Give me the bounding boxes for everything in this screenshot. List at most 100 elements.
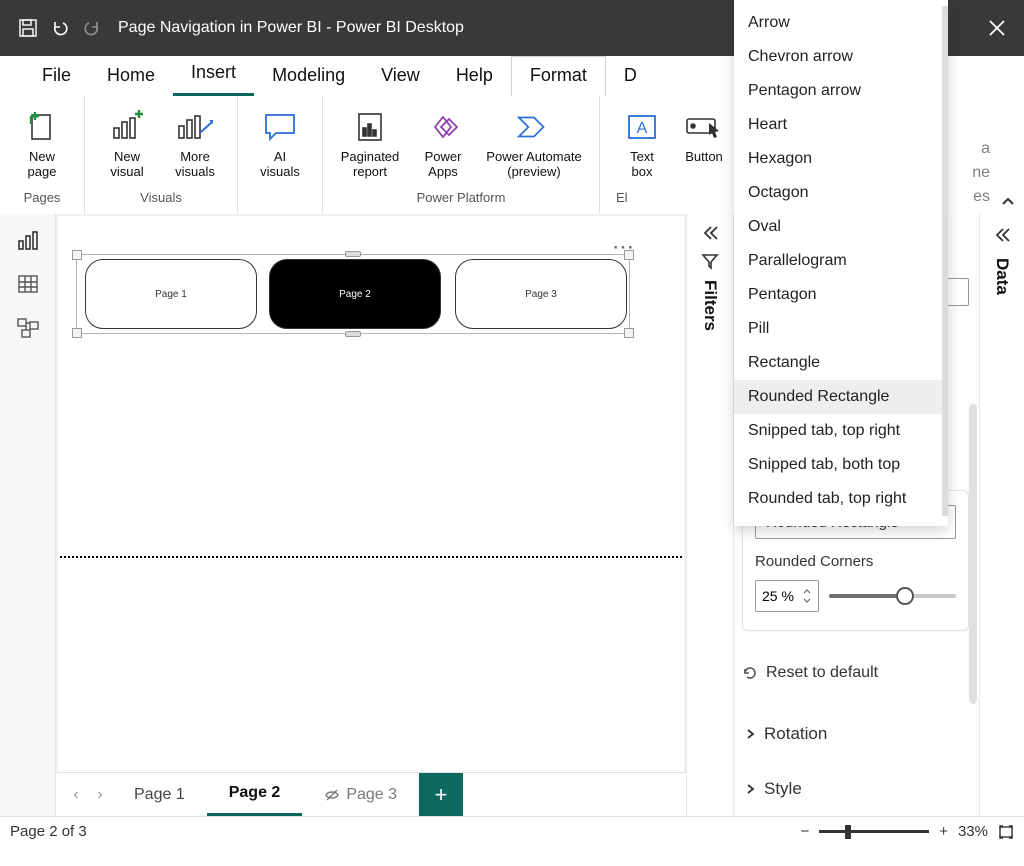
shape-option[interactable]: Pentagon arrow (734, 74, 948, 108)
svg-text:A: A (637, 120, 648, 137)
shape-option[interactable]: Snipped tab, both top (734, 448, 948, 482)
shape-option[interactable]: Pentagon (734, 278, 948, 312)
power-apps-label: Power Apps (425, 150, 462, 180)
new-page-button[interactable]: New page (10, 104, 74, 184)
new-visual-button[interactable]: New visual (95, 104, 159, 184)
resize-handle[interactable] (345, 331, 361, 337)
filter-icon (701, 252, 719, 270)
data-pane[interactable]: Data (980, 214, 1024, 816)
shape-dropdown: ArrowChevron arrowPentagon arrowHeartHex… (734, 0, 948, 526)
tab-help[interactable]: Help (438, 57, 511, 96)
ai-visuals-button[interactable]: AI visuals (248, 104, 312, 184)
zoom-thumb[interactable] (845, 825, 851, 839)
window-title: Page Navigation in Power BI - Power BI D… (118, 19, 464, 37)
add-page-button[interactable]: + (419, 773, 463, 816)
shape-option[interactable]: Hexagon (734, 142, 948, 176)
rounded-corners-input[interactable]: 25 % (755, 580, 819, 612)
undo-icon[interactable] (44, 12, 76, 44)
more-visuals-icon (176, 108, 214, 146)
page-tab-2[interactable]: Page 2 (207, 773, 303, 816)
save-icon[interactable] (12, 12, 44, 44)
tab-insert[interactable]: Insert (173, 54, 254, 96)
new-visual-label: New visual (110, 150, 143, 180)
zoom-value[interactable]: 33% (958, 823, 988, 840)
shape-option[interactable]: Oval (734, 210, 948, 244)
reset-to-default-button[interactable]: Reset to default (742, 664, 878, 682)
resize-handle[interactable] (72, 328, 82, 338)
shape-option[interactable]: Rounded Rectangle (734, 380, 948, 414)
zoom-slider[interactable] (819, 830, 929, 833)
canvas-wrap: ⋯ Page 1 Page 2 Page 3 (56, 214, 686, 772)
zoom-out-button[interactable]: − (800, 823, 809, 840)
page-tab-3[interactable]: Page 3 (302, 773, 419, 816)
zoom-in-button[interactable]: + (939, 823, 948, 840)
report-view-icon[interactable] (14, 226, 42, 254)
slider-thumb[interactable] (896, 587, 914, 605)
shape-option[interactable]: Parallelogram (734, 244, 948, 278)
tab-data[interactable]: D (606, 57, 643, 96)
fit-to-page-icon[interactable] (998, 824, 1014, 840)
shape-option[interactable]: Pill (734, 312, 948, 346)
view-rail (0, 214, 56, 816)
shape-option[interactable]: Rectangle (734, 346, 948, 380)
text-box-icon: A (623, 108, 661, 146)
resize-handle[interactable] (624, 328, 634, 338)
collapse-left-icon[interactable] (993, 226, 1011, 244)
resize-handle[interactable] (624, 250, 634, 260)
new-page-label: New page (28, 150, 57, 180)
rotation-section[interactable]: Rotation (744, 724, 969, 744)
data-view-icon[interactable] (14, 270, 42, 298)
model-view-icon[interactable] (14, 314, 42, 342)
tab-home[interactable]: Home (89, 57, 173, 96)
data-label: Data (992, 258, 1012, 295)
shape-option[interactable]: Heart (734, 108, 948, 142)
report-canvas[interactable]: ⋯ Page 1 Page 2 Page 3 (58, 216, 684, 772)
nav-button-page1[interactable]: Page 1 (85, 259, 257, 329)
power-automate-button[interactable]: Power Automate (preview) (479, 104, 589, 184)
tab-file[interactable]: File (24, 57, 89, 96)
shape-option[interactable]: Chevron arrow (734, 40, 948, 74)
more-visuals-button[interactable]: More visuals (163, 104, 227, 184)
tab-view[interactable]: View (363, 57, 438, 96)
ribbon-expand[interactable] (1000, 96, 1024, 214)
shape-option[interactable]: Rounded tab, top right (734, 482, 948, 516)
page-tab-1[interactable]: Page 1 (112, 773, 207, 816)
page-next-icon[interactable]: › (88, 773, 112, 816)
ribbon-hidden-area: a ne es (962, 96, 1000, 214)
tab-format[interactable]: Format (511, 56, 606, 96)
text-box-button[interactable]: A Text box (610, 104, 674, 184)
spinner-icon[interactable] (802, 587, 812, 605)
filters-label: Filters (700, 280, 720, 331)
filters-pane[interactable]: Filters (686, 214, 734, 816)
shape-option[interactable]: Snipped tab, top right (734, 414, 948, 448)
speech-bubble-icon (261, 108, 299, 146)
collapse-left-icon[interactable] (701, 224, 719, 242)
power-automate-icon (515, 108, 553, 146)
selection-box[interactable]: Page 1 Page 2 Page 3 (76, 254, 630, 334)
close-button[interactable] (970, 0, 1024, 56)
resize-handle[interactable] (345, 251, 361, 257)
resize-handle[interactable] (72, 250, 82, 260)
ribbon-group-platform: Paginated report Power Apps Power Automa… (323, 96, 600, 214)
power-automate-label: Power Automate (preview) (486, 150, 581, 180)
ribbon-group-pages: New page Pages (0, 96, 85, 214)
power-apps-button[interactable]: Power Apps (411, 104, 475, 184)
paginated-report-button[interactable]: Paginated report (333, 104, 407, 184)
buttons-button[interactable]: Button (678, 104, 730, 184)
nav-button-page3[interactable]: Page 3 (455, 259, 627, 329)
redo-icon[interactable] (76, 12, 108, 44)
shape-option[interactable]: Octagon (734, 176, 948, 210)
rounded-corners-label: Rounded Corners (755, 553, 956, 570)
dropdown-scrollbar[interactable] (942, 6, 948, 516)
group-label-pages: Pages (24, 190, 61, 205)
hidden-page-icon (324, 787, 340, 803)
canvas-column: ⋯ Page 1 Page 2 Page 3 ‹ › Page 1 Pa (56, 214, 686, 816)
format-scrollbar[interactable] (969, 404, 977, 704)
style-section[interactable]: Style (744, 779, 969, 799)
nav-button-page2[interactable]: Page 2 (269, 259, 441, 329)
page-prev-icon[interactable]: ‹ (64, 773, 88, 816)
rounded-corners-slider[interactable] (829, 594, 956, 598)
tab-modeling[interactable]: Modeling (254, 57, 363, 96)
shape-option[interactable]: Arrow (734, 6, 948, 40)
ribbon-group-ai: AI visuals (238, 96, 323, 214)
